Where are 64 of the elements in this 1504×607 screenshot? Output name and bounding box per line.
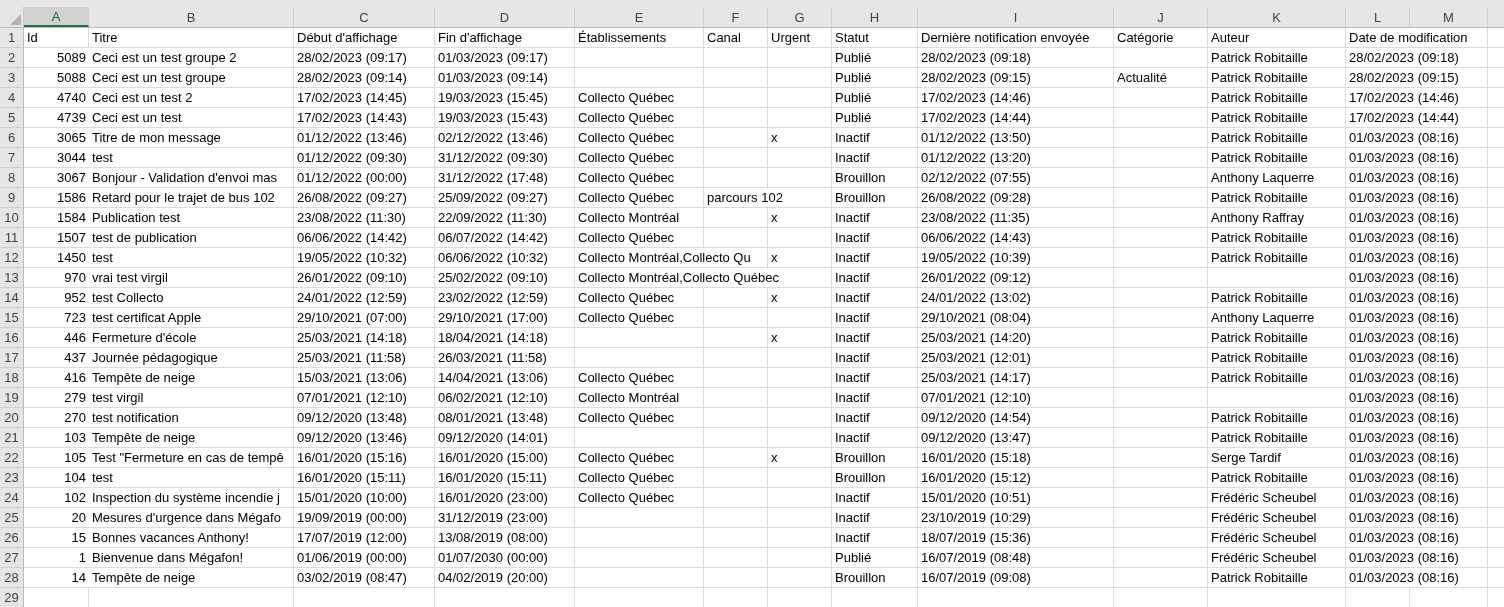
column-header[interactable]: E bbox=[575, 7, 704, 27]
table-cell: parcours 102 bbox=[704, 188, 786, 207]
row-header[interactable]: 18 bbox=[0, 368, 24, 388]
table-cell: 5089 bbox=[54, 48, 89, 67]
table-cell: 4740 bbox=[54, 88, 89, 107]
column-header[interactable]: M bbox=[1410, 7, 1488, 27]
table-cell: 3044 bbox=[54, 148, 89, 167]
row-header[interactable]: 10 bbox=[0, 208, 24, 228]
table-cell: 1584 bbox=[54, 208, 89, 227]
column-header[interactable]: D bbox=[435, 7, 575, 27]
row-header[interactable]: 26 bbox=[0, 528, 24, 548]
row-header[interactable]: 28 bbox=[0, 568, 24, 588]
row-header[interactable]: 23 bbox=[0, 468, 24, 488]
row-header[interactable]: 15 bbox=[0, 308, 24, 328]
row-header[interactable]: 14 bbox=[0, 288, 24, 308]
table-cell: 279 bbox=[61, 388, 89, 407]
row-header[interactable]: 5 bbox=[0, 108, 24, 128]
table-cell: 4739 bbox=[54, 108, 89, 127]
table-cell: 1450 bbox=[54, 248, 89, 267]
column-header[interactable]: L bbox=[1346, 7, 1410, 27]
row-header[interactable]: 6 bbox=[0, 128, 24, 148]
row-header[interactable]: 22 bbox=[0, 448, 24, 468]
row-header[interactable]: 19 bbox=[0, 388, 24, 408]
row-header[interactable]: 8 bbox=[0, 168, 24, 188]
row-header[interactable]: 3 bbox=[0, 68, 24, 88]
table-cell: 270 bbox=[61, 408, 89, 427]
table-cell: 3067 bbox=[54, 168, 89, 187]
table-cell: Collecto Montréal,Collecto Québec bbox=[575, 268, 782, 287]
row-header[interactable]: 29 bbox=[0, 588, 24, 607]
column-header[interactable]: F bbox=[704, 7, 768, 27]
column-header[interactable]: G bbox=[768, 7, 832, 27]
row-header[interactable]: 4 bbox=[0, 88, 24, 108]
table-cell: 1507 bbox=[54, 228, 89, 247]
row-header[interactable]: 9 bbox=[0, 188, 24, 208]
column-header[interactable]: C bbox=[294, 7, 435, 27]
row-header[interactable]: 20 bbox=[0, 408, 24, 428]
row-header[interactable]: 11 bbox=[0, 228, 24, 248]
row-header[interactable]: 21 bbox=[0, 428, 24, 448]
row-header[interactable]: 12 bbox=[0, 248, 24, 268]
table-cell: 1586 bbox=[54, 188, 89, 207]
row-header[interactable]: 16 bbox=[0, 328, 24, 348]
column-header[interactable]: H bbox=[832, 7, 918, 27]
column-header[interactable]: A bbox=[24, 7, 89, 27]
row-header[interactable]: 1 bbox=[0, 28, 24, 48]
column-header[interactable]: K bbox=[1208, 7, 1346, 27]
table-cell: 970 bbox=[61, 268, 89, 287]
column-header[interactable]: B bbox=[89, 7, 294, 27]
column-header[interactable]: I bbox=[918, 7, 1114, 27]
table-cell: 723 bbox=[61, 308, 89, 327]
table-cell: 3065 bbox=[54, 128, 89, 147]
table-cell: 416 bbox=[61, 368, 89, 387]
row-header[interactable]: 24 bbox=[0, 488, 24, 508]
table-cell: 446 bbox=[61, 328, 89, 347]
row-header[interactable]: 13 bbox=[0, 268, 24, 288]
row-header[interactable]: 17 bbox=[0, 348, 24, 368]
row-header[interactable]: 25 bbox=[0, 508, 24, 528]
table-cell: 952 bbox=[61, 288, 89, 307]
row-header[interactable]: 2 bbox=[0, 48, 24, 68]
row-header[interactable]: 7 bbox=[0, 148, 24, 168]
table-cell: 437 bbox=[61, 348, 89, 367]
column-header[interactable]: J bbox=[1114, 7, 1208, 27]
table-cell: 5088 bbox=[54, 68, 89, 87]
row-header[interactable]: 27 bbox=[0, 548, 24, 568]
triangle-icon bbox=[10, 14, 21, 25]
